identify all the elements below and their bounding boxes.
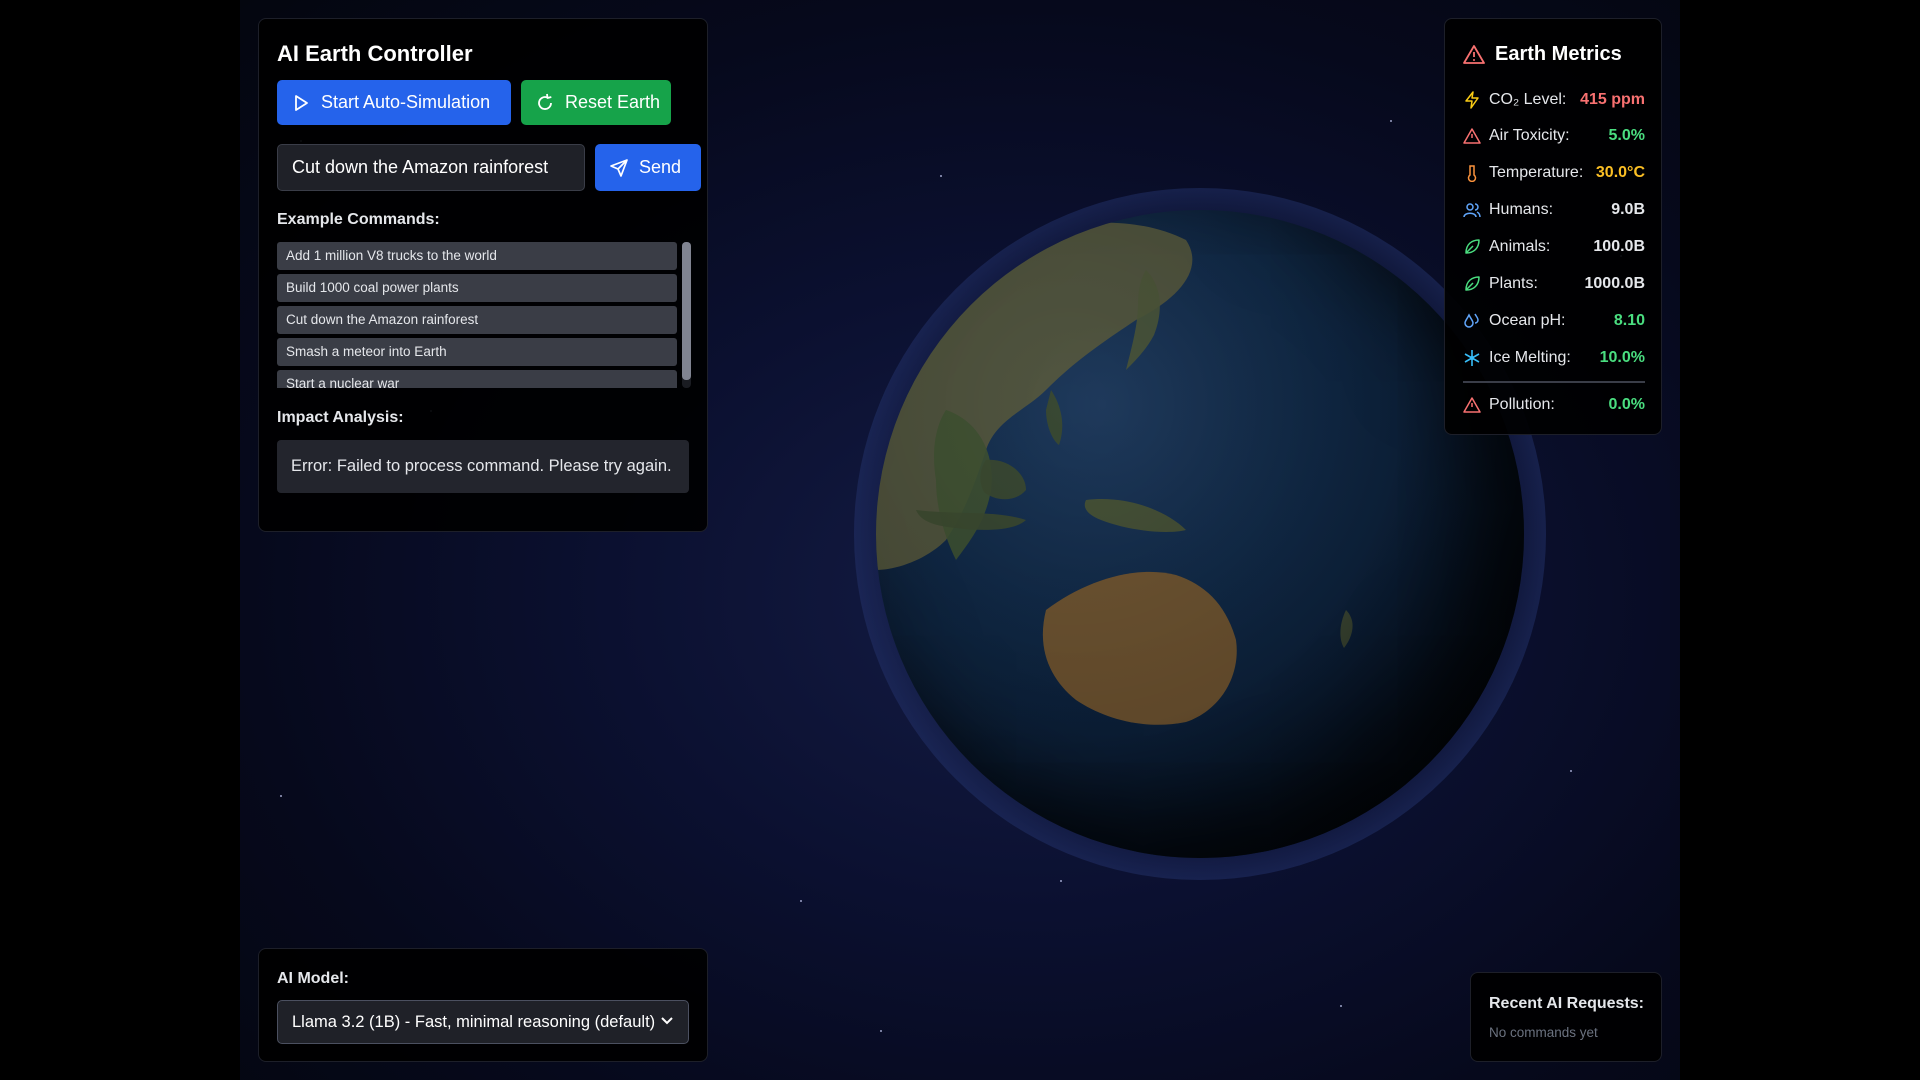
controller-title: AI Earth Controller bbox=[277, 41, 473, 66]
metric-plants: Plants: 1000.0B bbox=[1463, 272, 1645, 296]
examples-scrollbar[interactable] bbox=[682, 242, 691, 388]
example-command-item[interactable]: Start a nuclear war bbox=[277, 370, 677, 388]
metric-animals: Animals: 100.0B bbox=[1463, 235, 1645, 259]
reset-earth-label: Reset Earth bbox=[565, 92, 661, 112]
star bbox=[800, 900, 802, 902]
metric-value: 5.0% bbox=[1608, 127, 1645, 144]
recent-requests-heading: Recent AI Requests: bbox=[1489, 995, 1644, 1012]
star bbox=[1340, 1005, 1342, 1007]
users-icon bbox=[1463, 201, 1481, 219]
metric-air-toxicity: Air Toxicity: 5.0% bbox=[1463, 124, 1645, 148]
example-commands-list[interactable]: Add 1 million V8 trucks to the world Bui… bbox=[277, 242, 681, 388]
metric-label: Air Toxicity: bbox=[1489, 127, 1570, 144]
metric-ice-melting: Ice Melting: 10.0% bbox=[1463, 346, 1645, 370]
metric-value: 415 ppm bbox=[1580, 91, 1645, 108]
metric-label: Ice Melting: bbox=[1489, 349, 1571, 366]
recent-requests-empty: No commands yet bbox=[1489, 1025, 1598, 1040]
send-icon bbox=[609, 158, 629, 178]
start-auto-simulation-label: Start Auto-Simulation bbox=[321, 92, 491, 112]
refresh-icon bbox=[535, 93, 555, 113]
send-label: Send bbox=[639, 157, 682, 177]
command-input[interactable] bbox=[277, 144, 585, 191]
warning-icon bbox=[1463, 127, 1481, 145]
metric-value: 8.10 bbox=[1613, 312, 1645, 329]
earth-planet bbox=[876, 210, 1524, 858]
controller-panel: AI Earth Controller Start Auto-Simulatio… bbox=[258, 18, 708, 532]
metric-label: Ocean pH: bbox=[1489, 312, 1566, 329]
metric-value: 0.0% bbox=[1608, 396, 1645, 413]
start-auto-simulation-button[interactable]: Start Auto-Simulation bbox=[277, 80, 511, 125]
star bbox=[1570, 770, 1572, 772]
example-command-item[interactable]: Cut down the Amazon rainforest bbox=[277, 306, 677, 334]
ai-model-select[interactable]: Llama 3.2 (1B) - Fast, minimal reasoning… bbox=[277, 1000, 689, 1044]
metric-label: Humans: bbox=[1489, 201, 1554, 218]
metric-value: 30.0°C bbox=[1595, 164, 1645, 181]
star bbox=[940, 175, 942, 177]
impact-analysis-heading: Impact Analysis: bbox=[277, 409, 404, 426]
metrics-title: Earth Metrics bbox=[1495, 43, 1622, 65]
metric-temperature: Temperature: 30.0°C bbox=[1463, 161, 1645, 185]
metrics-header: Earth Metrics bbox=[1463, 43, 1622, 66]
chevron-down-icon bbox=[660, 1013, 674, 1032]
metrics-divider bbox=[1463, 381, 1645, 383]
metric-label: Pollution: bbox=[1489, 396, 1555, 413]
examples-scrollbar-thumb[interactable] bbox=[682, 242, 691, 380]
metric-co2: CO₂ Level: 415 ppm bbox=[1463, 88, 1645, 112]
example-commands-heading: Example Commands: bbox=[277, 211, 440, 228]
metric-label: Temperature: bbox=[1489, 164, 1584, 181]
earth-globe[interactable] bbox=[854, 188, 1546, 880]
star bbox=[1060, 880, 1062, 882]
example-command-item[interactable]: Build 1000 coal power plants bbox=[277, 274, 677, 302]
ai-model-selected: Llama 3.2 (1B) - Fast, minimal reasoning… bbox=[292, 1012, 656, 1031]
metric-label: Plants: bbox=[1489, 275, 1538, 292]
warning-icon bbox=[1463, 44, 1485, 66]
example-command-item[interactable]: Smash a meteor into Earth bbox=[277, 338, 677, 366]
snowflake-icon bbox=[1463, 349, 1481, 367]
metric-pollution: Pollution: 0.0% bbox=[1463, 393, 1645, 417]
lightning-icon bbox=[1463, 91, 1481, 109]
earth-metrics-panel: Earth Metrics CO₂ Level: 415 ppm Air Tox… bbox=[1444, 18, 1662, 435]
ai-model-heading: AI Model: bbox=[277, 970, 349, 987]
metric-value: 10.0% bbox=[1599, 349, 1645, 366]
droplets-icon bbox=[1463, 312, 1481, 330]
metric-value: 1000.0B bbox=[1584, 275, 1646, 292]
star bbox=[280, 795, 282, 797]
ai-model-panel: AI Model: Llama 3.2 (1B) - Fast, minimal… bbox=[258, 948, 708, 1062]
send-button[interactable]: Send bbox=[595, 144, 701, 191]
warning-icon bbox=[1463, 396, 1481, 414]
star bbox=[880, 1030, 882, 1032]
star bbox=[1390, 120, 1392, 122]
play-icon bbox=[291, 93, 311, 113]
thermometer-icon bbox=[1463, 164, 1481, 182]
metric-value: 100.0B bbox=[1593, 238, 1645, 255]
leaf-icon bbox=[1463, 238, 1481, 256]
metric-value: 9.0B bbox=[1611, 201, 1645, 218]
impact-analysis-output: Error: Failed to process command. Please… bbox=[277, 440, 689, 493]
metric-ocean-ph: Ocean pH: 8.10 bbox=[1463, 309, 1645, 333]
metric-label: Animals: bbox=[1489, 238, 1551, 255]
metric-label: CO₂ Level: bbox=[1489, 91, 1567, 108]
leaf-icon bbox=[1463, 275, 1481, 293]
recent-requests-panel: Recent AI Requests: No commands yet bbox=[1470, 972, 1662, 1062]
earth-continents bbox=[876, 210, 1524, 858]
example-command-item[interactable]: Add 1 million V8 trucks to the world bbox=[277, 242, 677, 270]
reset-earth-button[interactable]: Reset Earth bbox=[521, 80, 671, 125]
metric-humans: Humans: 9.0B bbox=[1463, 198, 1645, 222]
